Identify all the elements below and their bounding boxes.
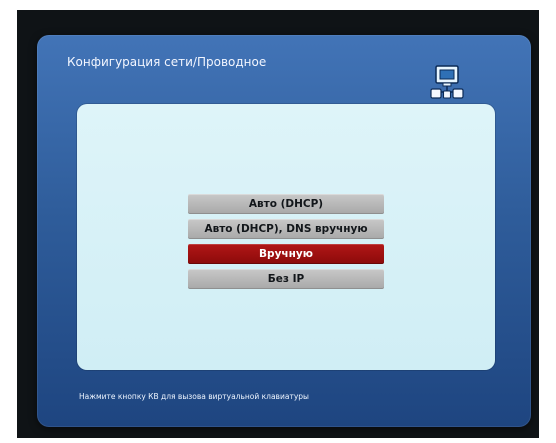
no-ip-option[interactable]: Без IP [188,269,384,289]
network-configuration-panel: Конфигурация сети/Проводное Авто (DHCP) … [37,35,531,427]
page-title: Конфигурация сети/Проводное [67,55,267,69]
configuration-options-container: Авто (DHCP) Авто (DHCP), DNS вручную Вру… [77,104,495,370]
auto-dhcp-manual-dns-option[interactable]: Авто (DHCP), DNS вручную [188,219,384,239]
network-icon [430,65,464,99]
tv-screen: Конфигурация сети/Проводное Авто (DHCP) … [17,10,539,438]
manual-option[interactable]: Вручную [188,244,384,264]
virtual-keyboard-hint: Нажмите кнопку КВ для вызова виртуальной… [79,392,309,401]
connection-type-menu: Авто (DHCP) Авто (DHCP), DNS вручную Вру… [188,194,384,289]
auto-dhcp-option[interactable]: Авто (DHCP) [188,194,384,214]
